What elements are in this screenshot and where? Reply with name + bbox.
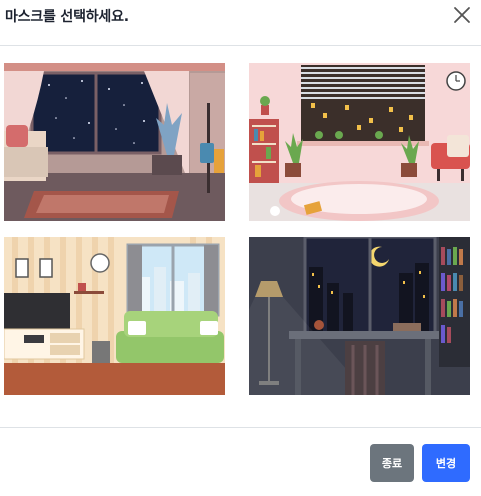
living-room-night-image: [4, 63, 225, 221]
kitchen-window-image: [249, 63, 470, 221]
mask-option-living-room-night[interactable]: [4, 63, 225, 221]
dialog-footer: 종료 변경: [0, 427, 481, 496]
change-button[interactable]: 변경: [422, 444, 470, 482]
dialog-header: 마스크를 선택하세요.: [0, 0, 481, 46]
study-room-night-image: [249, 237, 470, 395]
close-icon[interactable]: [450, 3, 474, 27]
close-button[interactable]: 종료: [370, 444, 414, 482]
dialog-body: [0, 47, 481, 427]
mask-option-living-room-day[interactable]: [4, 237, 225, 395]
mask-select-dialog: 마스크를 선택하세요. 종료 변경: [0, 0, 481, 496]
dialog-title: 마스크를 선택하세요.: [5, 9, 129, 25]
living-room-day-image: [4, 237, 225, 395]
mask-option-kitchen-window[interactable]: [249, 63, 470, 221]
mask-option-study-room-night[interactable]: [249, 237, 470, 395]
